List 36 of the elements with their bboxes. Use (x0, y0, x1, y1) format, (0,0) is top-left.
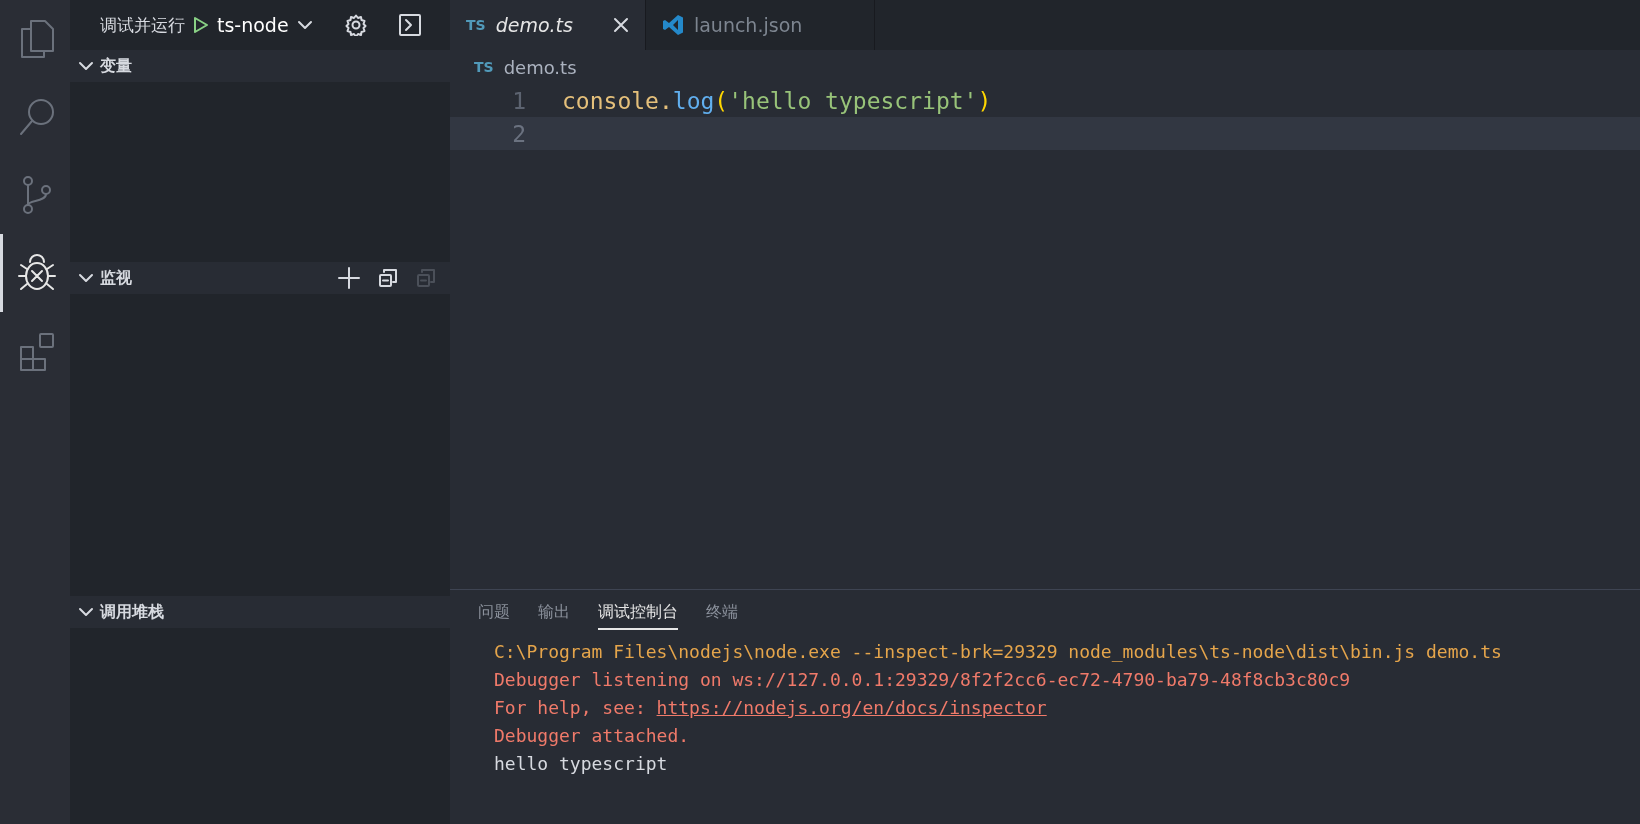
docs-link[interactable]: https://nodejs.org/en/docs/inspector (656, 697, 1047, 718)
file-type-label: TS (474, 59, 494, 75)
console-output: C:\Program Files\nodejs\node.exe --inspect-brk=29329 node_modules\ts-node\dist\bin.js demo.ts Debugger listening on ws://127.0.0.1:29329/8f2f2cc6-ec72-4790-ba79-48f8cb3c80c9 For help, see: https://nodejs.org/en/docs/inspector Debugger attached. hello typescript (493, 640, 1503, 776)
configuration-dropdown[interactable]: ts-node (217, 14, 289, 36)
chevron-down-icon[interactable] (296, 20, 313, 30)
add-icon[interactable] (338, 267, 360, 289)
line-number: 2 (511, 120, 527, 147)
breadcrumb-item[interactable]: demo.ts (503, 56, 577, 78)
close-icon[interactable] (612, 17, 629, 33)
settings-icon[interactable] (344, 14, 367, 36)
branch-icon[interactable] (20, 175, 53, 215)
blocks-icon[interactable] (17, 331, 56, 371)
ribbon-logo-icon (661, 14, 684, 36)
file-type-label: TS (466, 17, 486, 33)
tab-label: demo.ts (495, 14, 573, 36)
collapse-all-icon[interactable] (378, 268, 398, 288)
search-icon[interactable] (17, 97, 56, 137)
panel-tab[interactable]: 终端 (706, 602, 738, 630)
tab-label: launch.json (693, 14, 803, 36)
panel-tab[interactable]: 调试控制台 (598, 602, 678, 630)
terminal-icon[interactable] (398, 14, 421, 36)
line-number: 1 (511, 87, 527, 114)
panel-tab[interactable]: 问题 (478, 602, 510, 630)
files-icon[interactable] (18, 19, 55, 59)
play-icon[interactable] (193, 16, 209, 34)
section-header[interactable]: 监视 (70, 262, 450, 294)
section-title: 变量 (100, 55, 132, 77)
section-header[interactable]: 调用堆栈 (70, 596, 450, 628)
section-header[interactable]: 变量 (70, 50, 450, 82)
section-title: 监视 (100, 267, 132, 289)
editor-tab[interactable]: TS demo.ts (450, 0, 646, 50)
code-line: console.log('hello typescript') (562, 87, 992, 114)
panel-tab[interactable]: 输出 (538, 602, 570, 630)
view-title: 调试并运行 (100, 13, 185, 37)
section-title: 调用堆栈 (100, 601, 164, 623)
bug-icon[interactable] (16, 253, 57, 293)
